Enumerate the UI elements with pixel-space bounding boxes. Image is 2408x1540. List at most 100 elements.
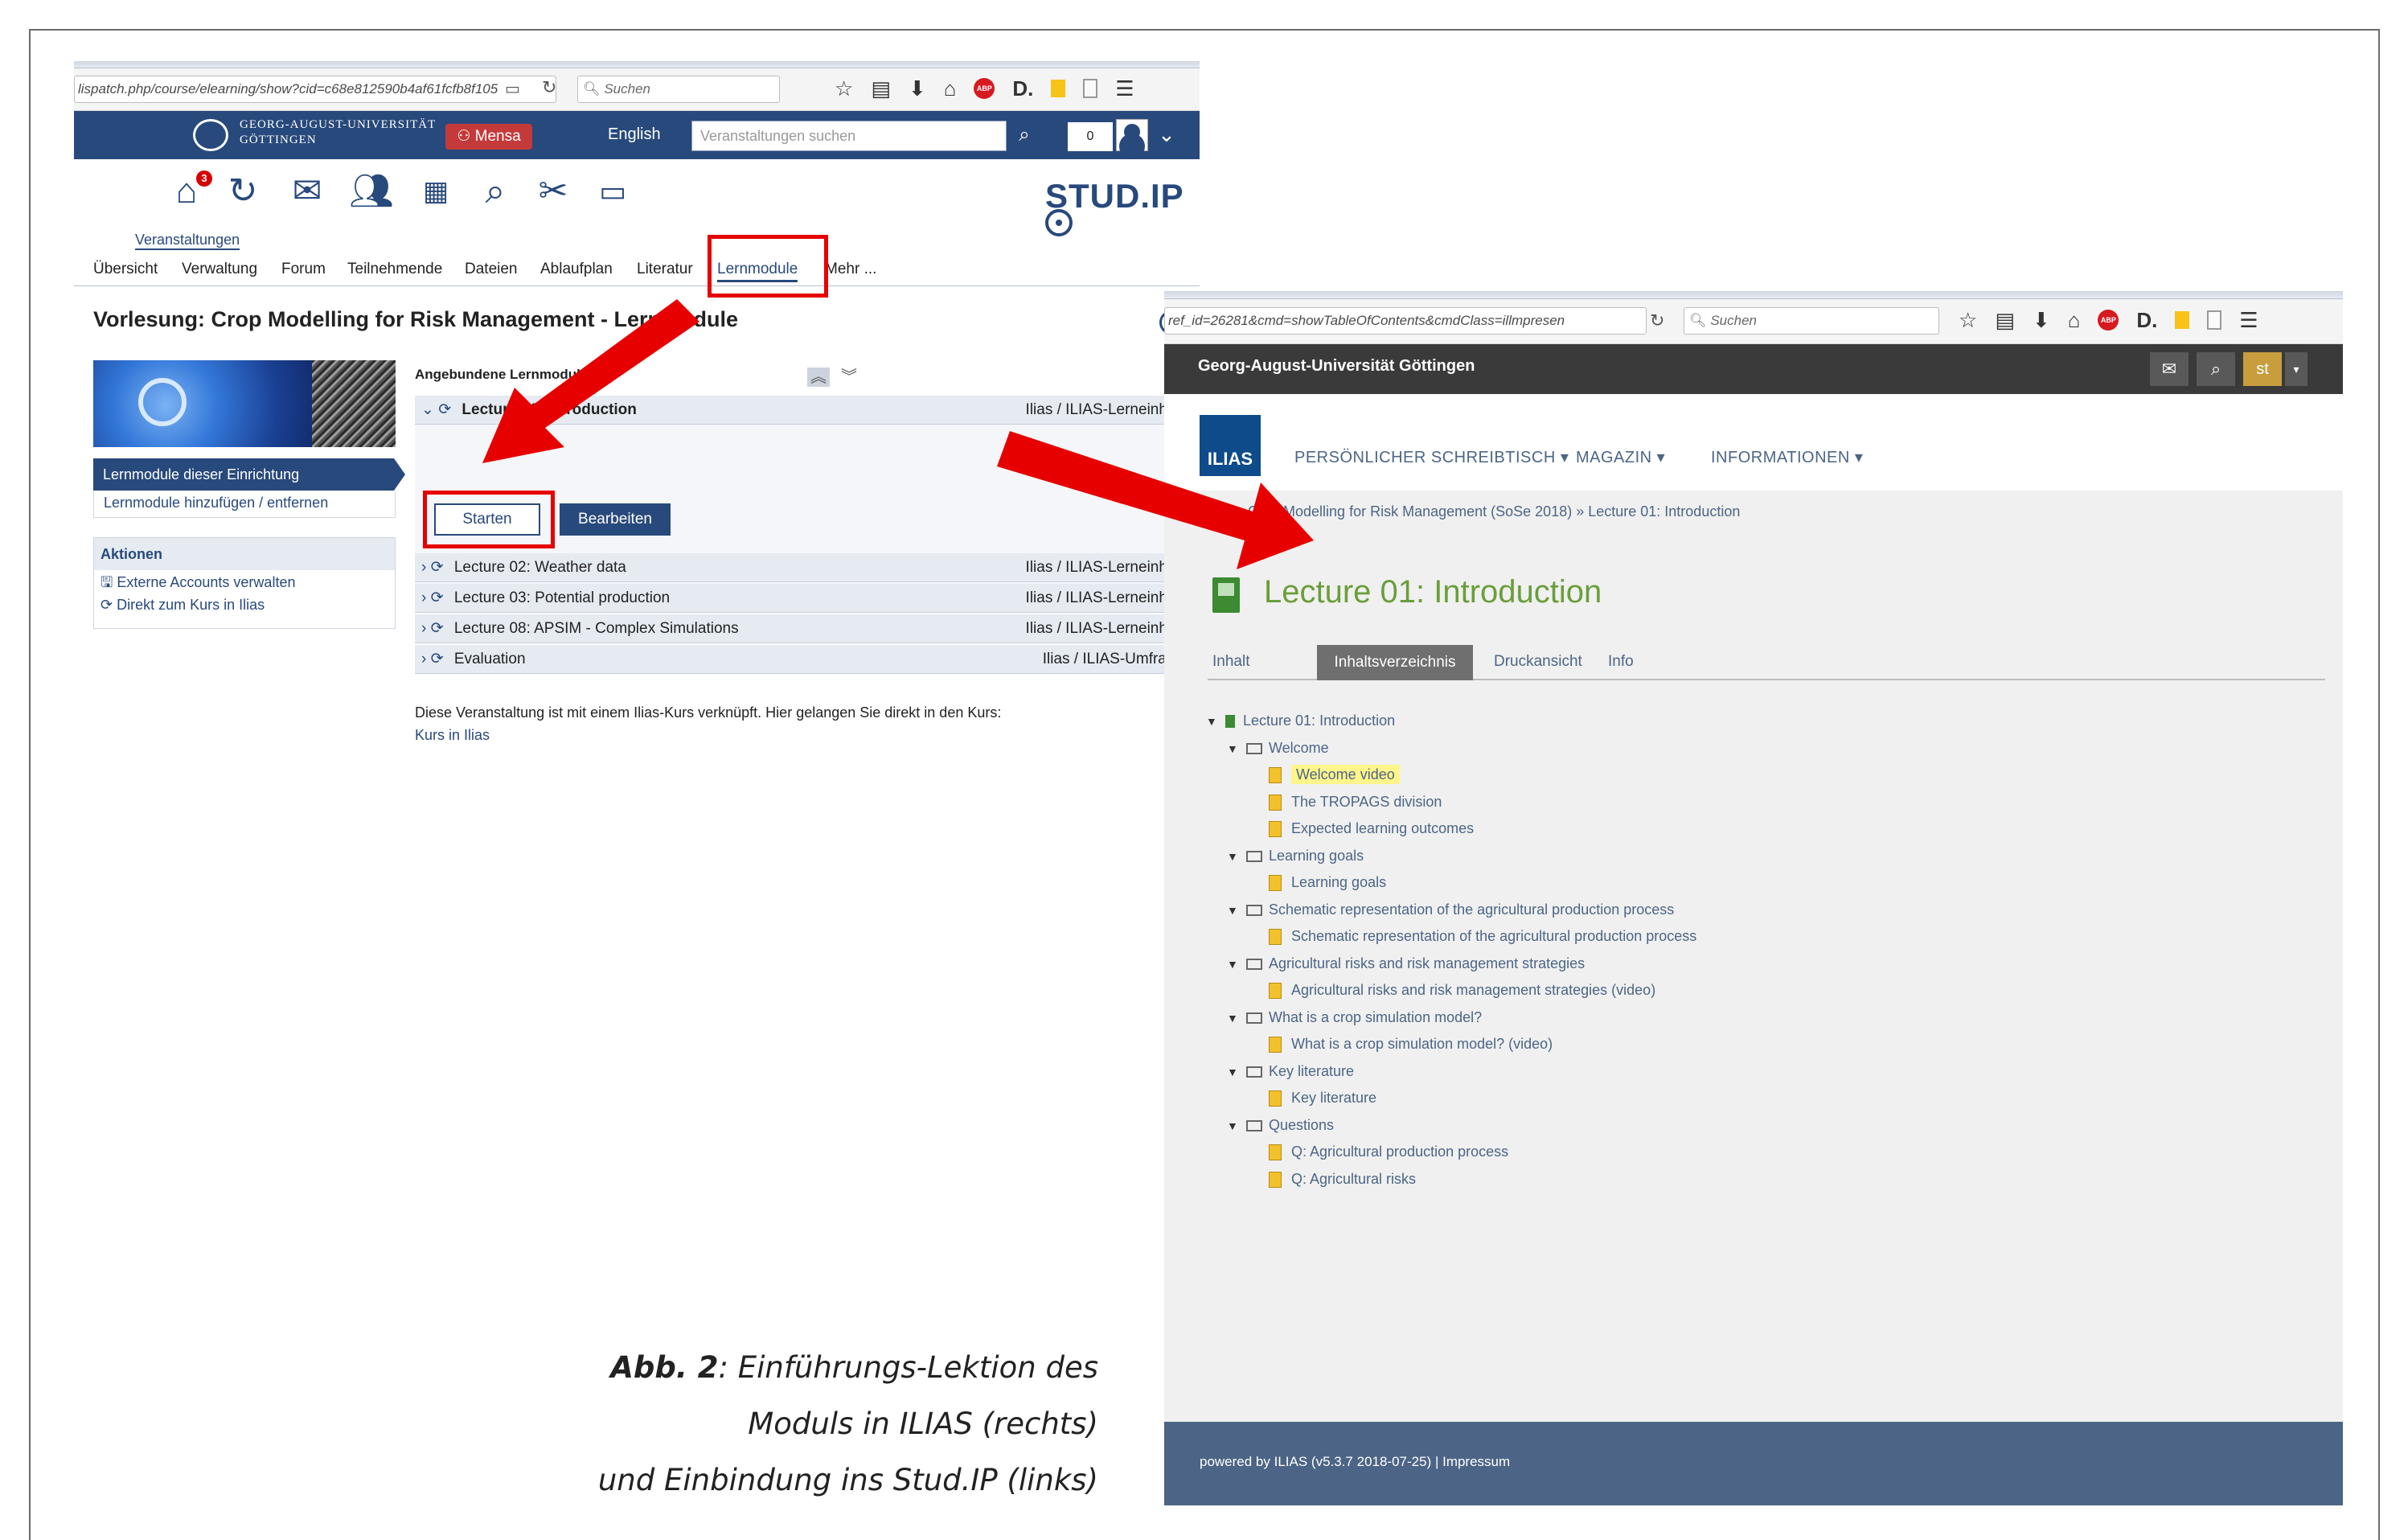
home-icon[interactable]: ⌂ [944,76,957,101]
tab-mehr[interactable]: Mehr ... [825,261,876,278]
hamburger-menu-icon[interactable]: ☰ [2239,308,2258,333]
menu-informationen[interactable]: INFORMATIONEN ▾ [1711,447,1863,467]
toc-item[interactable]: ▼ Welcome [1227,737,1329,759]
ilias-logo[interactable]: ILIAS [1200,415,1261,476]
bookmark-star-icon[interactable]: ☆ [835,76,853,101]
home-icon[interactable]: ⌂ [2068,308,2081,333]
expand-triangle-icon[interactable]: ▼ [1227,737,1238,760]
course-search-input[interactable]: Veranstaltungen suchen [691,121,1007,151]
tab-dateien[interactable]: Dateien [465,261,518,278]
community-icon[interactable]: 👥︎ [347,167,396,216]
sidebar-item-lernmodule-hinzufuegen[interactable]: Lernmodule hinzufügen / entfernen [93,491,396,518]
collapse-all-icon[interactable]: ︽ [807,368,830,387]
notification-count[interactable]: 0 [1068,122,1113,151]
menu-magazin[interactable]: MAGAZIN ▾ [1576,447,1665,467]
toc-item[interactable]: Q: Agricultural risks [1269,1168,1416,1190]
toc-item[interactable]: ▼ Lecture 01: Introduction [1206,709,1395,732]
nav-active-label[interactable]: Veranstaltungen [135,232,240,250]
reload-icon[interactable]: ↻ [1650,310,1664,331]
course-search-button[interactable]: ⌕ [1007,121,1042,151]
tab-teilnehmende[interactable]: Teilnehmende [347,261,442,278]
toc-item[interactable]: Welcome video [1269,763,1400,786]
toc-item[interactable]: ▼ Questions [1227,1114,1334,1136]
toc-item[interactable]: Expected learning outcomes [1269,817,1474,840]
browser-search-box[interactable]: 🔍︎ Suchen [1684,307,1939,335]
menu-persoenlicher-schreibtisch[interactable]: PERSÖNLICHER SCHREIBTISCH ▾ [1294,447,1569,467]
reading-list-icon[interactable]: ▤ [871,76,891,101]
pocket-icon[interactable]: D. [1012,76,1033,101]
tab-inhaltsverzeichnis[interactable]: Inhaltsverzeichnis [1317,645,1473,680]
toc-item[interactable]: Agricultural risks and risk management s… [1269,979,1655,1001]
expand-triangle-icon[interactable]: ▼ [1227,953,1238,975]
toc-item[interactable]: ▼ Key literature [1227,1060,1354,1082]
tab-info[interactable]: Info [1608,653,1634,671]
admin-icon[interactable]: ▭ [589,167,637,216]
toc-item[interactable]: ▼ Schematic representation of the agricul… [1227,898,1674,921]
mensa-button[interactable]: ⚇ Mensa [445,124,532,150]
toc-item[interactable]: Schematic representation of the agricult… [1269,925,1696,947]
toc-item[interactable]: The TROPAGS division [1269,791,1442,813]
expand-triangle-icon[interactable]: ▼ [1227,1115,1238,1137]
expand-triangle-icon[interactable]: ▼ [1227,899,1238,922]
reader-view-icon[interactable]: ▭ [505,79,520,99]
tab-inhalt[interactable]: Inhalt [1212,653,1249,671]
module-row[interactable]: › ⟳ Evaluation Ilias / ILIAS-Umfrage [415,645,1188,674]
user-avatar[interactable]: st [2243,352,2282,386]
tab-ablaufplan[interactable]: Ablaufplan [540,261,613,278]
edit-button[interactable]: Bearbeiten [560,503,671,536]
hamburger-menu-icon[interactable]: ☰ [1115,76,1134,101]
sticky-note-icon[interactable] [2175,311,2190,329]
university-logo[interactable] [193,119,228,151]
search-icon[interactable]: ⌕ [471,167,519,216]
toc-item[interactable]: Learning goals [1269,871,1386,893]
action-direct-to-course[interactable]: ⟳ Direkt zum Kurs in Ilias [94,593,395,615]
toc-item[interactable]: Q: Agricultural production process [1269,1140,1508,1163]
download-icon[interactable]: ⬇ [909,76,926,101]
courses-icon[interactable]: ↻ [219,167,267,216]
expand-triangle-icon[interactable]: ▼ [1227,845,1238,868]
ilias-course-link[interactable]: Kurs in Ilias [415,724,1187,746]
browser-search-box[interactable]: 🔍︎ Suchen [577,76,780,103]
module-row[interactable]: › ⟳ Lecture 08: APSIM - Complex Simulati… [415,614,1188,643]
search-icon[interactable]: ⌕ [2197,352,2235,386]
language-switch[interactable]: English [608,125,661,144]
adblock-icon[interactable]: ABP [2098,310,2119,331]
tab-literatur[interactable]: Literatur [637,261,693,278]
breadcrumb[interactable]: P-Kurs Crop Modelling for Risk Managemen… [1200,503,1740,520]
bookmark-star-icon[interactable]: ☆ [1959,308,1977,333]
action-external-accounts[interactable]: 🖫 Externe Accounts verwalten [94,570,395,593]
expand-all-icon[interactable]: ︾ [841,368,857,386]
module-row-open[interactable]: ⌄ ⟳ Lecture 01: Introduction Ilias / ILI… [415,396,1188,425]
toc-item[interactable]: ▼ Agricultural risks and risk management … [1227,952,1585,975]
tab-uebersicht[interactable]: Übersicht [93,261,158,278]
reload-icon[interactable]: ↻ [542,77,556,98]
messages-icon[interactable]: ✉ [283,167,331,216]
page-icon[interactable] [1083,79,1098,98]
download-icon[interactable]: ⬇ [2033,308,2050,333]
url-bar[interactable]: lispatch.php/course/elearning/show?cid=c… [74,76,556,103]
toc-item[interactable]: ▼ Learning goals [1227,844,1364,867]
tab-verwaltung[interactable]: Verwaltung [182,261,257,278]
adblock-icon[interactable]: ABP [974,78,995,99]
chevron-down-icon[interactable]: ⌄ [1158,122,1175,147]
expand-triangle-icon[interactable]: ▼ [1227,1007,1238,1029]
calendar-icon[interactable]: ▦ [412,167,460,216]
expand-triangle-icon[interactable]: ▼ [1206,710,1217,733]
sticky-note-icon[interactable] [1051,80,1066,97]
tab-druckansicht[interactable]: Druckansicht [1494,653,1582,671]
expand-triangle-icon[interactable]: ▼ [1227,1061,1238,1083]
module-row[interactable]: › ⟳ Lecture 03: Potential production Ili… [415,584,1188,613]
sidebar-item-lernmodule-einrichtung[interactable]: Lernmodule dieser Einrichtung [93,458,405,491]
reading-list-icon[interactable]: ▤ [1995,308,2015,333]
tools-icon[interactable]: ✂ [529,167,577,216]
module-row[interactable]: › ⟳ Lecture 02: Weather data Ilias / ILI… [415,553,1188,582]
avatar[interactable] [1116,119,1148,151]
pocket-icon[interactable]: D. [2136,308,2157,333]
chevron-down-icon[interactable]: ▾ [2285,352,2307,386]
toc-item[interactable]: ▼ What is a crop simulation model? [1227,1006,1482,1029]
footer-text[interactable]: powered by ILIAS (v5.3.7 2018-07-25) | I… [1200,1454,1510,1470]
toc-item[interactable]: What is a crop simulation model? (video) [1269,1033,1553,1055]
mail-icon[interactable]: ✉ [2150,352,2189,386]
page-icon[interactable] [2207,310,2222,330]
url-bar[interactable]: ref_id=26281&cmd=showTableOfContents&cmd… [1164,307,1647,335]
